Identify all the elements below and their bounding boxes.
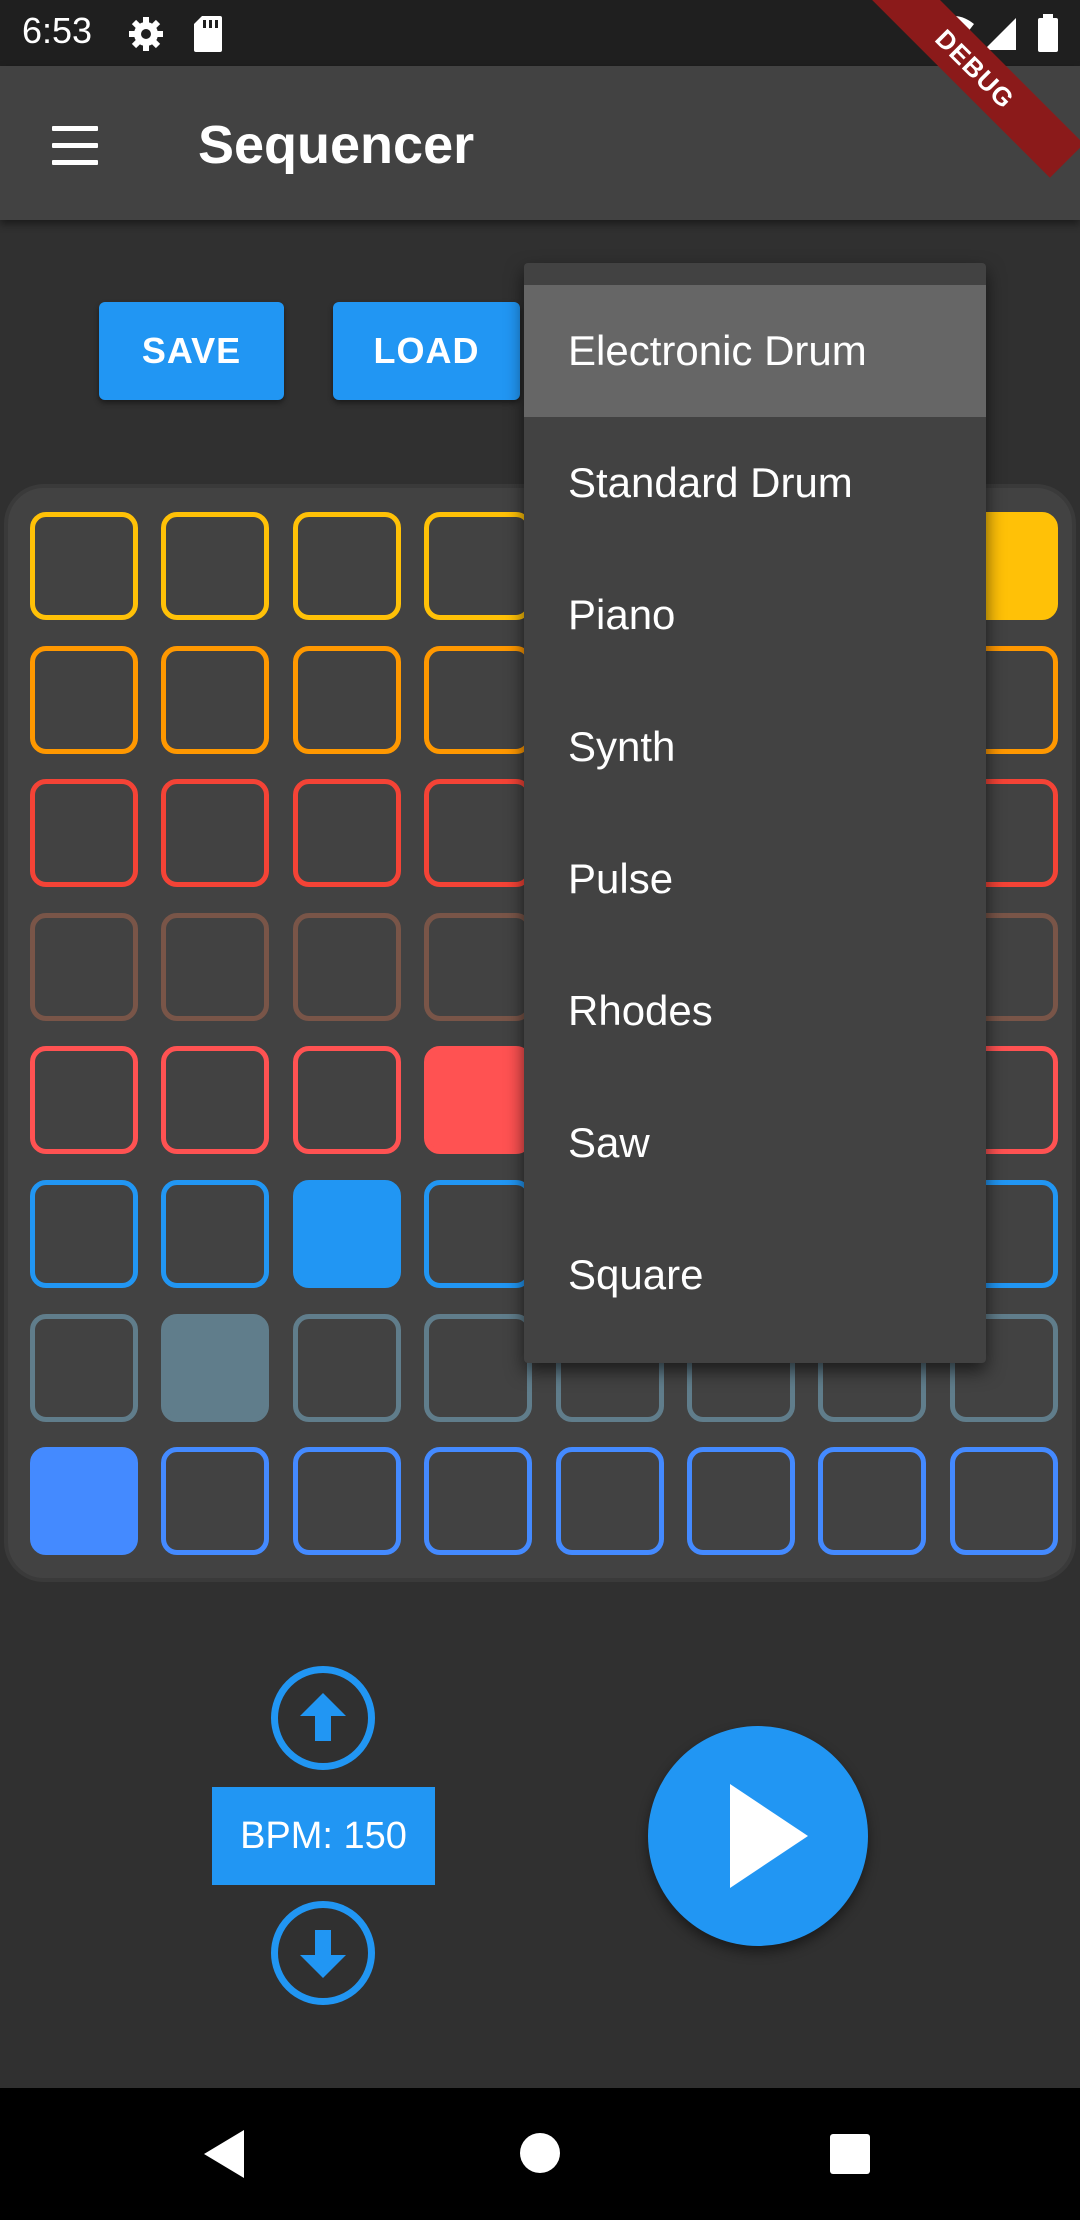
step-cell[interactable]: [161, 645, 270, 754]
home-icon[interactable]: [519, 2132, 561, 2179]
step-cell[interactable]: [161, 512, 270, 620]
status-bar: 6:53: [0, 0, 1080, 66]
step-cell[interactable]: [555, 1447, 664, 1556]
step-cell[interactable]: [292, 1447, 401, 1556]
bpm-display: BPM: 150: [212, 1787, 435, 1885]
dropdown-option[interactable]: Saw: [524, 1077, 986, 1209]
dropdown-option[interactable]: Synth: [524, 681, 986, 813]
battery-icon: [1036, 14, 1060, 59]
step-cell[interactable]: [424, 1046, 533, 1155]
dropdown-option[interactable]: Standard Drum: [524, 417, 986, 549]
step-cell[interactable]: [161, 1447, 270, 1556]
step-cell[interactable]: [292, 1046, 401, 1155]
hamburger-menu-icon[interactable]: [48, 126, 102, 166]
dropdown-option[interactable]: Piano: [524, 549, 986, 681]
page-title: Sequencer: [198, 115, 475, 175]
step-cell[interactable]: [30, 1447, 138, 1556]
step-cell[interactable]: [424, 1447, 533, 1556]
recents-icon[interactable]: [829, 2133, 871, 2180]
app-bar: Sequencer: [0, 66, 1080, 220]
save-button[interactable]: SAVE: [99, 302, 284, 400]
step-cell[interactable]: [30, 645, 138, 754]
step-cell[interactable]: [161, 1180, 270, 1288]
step-cell[interactable]: [687, 1447, 795, 1556]
system-nav-bar: [0, 2088, 1080, 2220]
signal-icon: [982, 14, 1018, 57]
dropdown-option[interactable]: Electronic Drum: [524, 285, 986, 417]
wifi-icon: [932, 14, 976, 57]
step-cell[interactable]: [949, 1447, 1058, 1556]
step-cell[interactable]: [292, 779, 401, 888]
step-cell[interactable]: [292, 1313, 401, 1422]
step-cell[interactable]: [292, 912, 401, 1021]
arrow-up-circle-icon: [300, 1693, 346, 1741]
step-cell[interactable]: [424, 1180, 533, 1288]
dropdown-option[interactable]: Rhodes: [524, 945, 986, 1077]
step-cell[interactable]: [30, 1046, 138, 1155]
step-cell[interactable]: [424, 1313, 533, 1422]
dropdown-option[interactable]: Pulse: [524, 813, 986, 945]
dropdown-option[interactable]: Square: [524, 1209, 986, 1341]
load-button[interactable]: LOAD: [333, 302, 520, 400]
step-cell[interactable]: [30, 1180, 138, 1288]
step-cell[interactable]: [424, 645, 533, 754]
step-cell[interactable]: [161, 779, 270, 888]
step-cell[interactable]: [161, 912, 270, 1021]
step-cell[interactable]: [30, 779, 138, 888]
back-icon[interactable]: [200, 2128, 248, 2185]
step-cell[interactable]: [424, 912, 533, 1021]
step-cell[interactable]: [292, 512, 401, 620]
bpm-up-button[interactable]: [271, 1666, 375, 1770]
step-cell[interactable]: [30, 512, 138, 620]
step-cell[interactable]: [424, 512, 533, 620]
status-time: 6:53: [22, 10, 93, 51]
arrow-down-circle-icon: [300, 1930, 346, 1978]
step-cell[interactable]: [161, 1046, 270, 1155]
play-icon: [730, 1784, 808, 1888]
step-cell[interactable]: [161, 1313, 270, 1422]
sd-card-icon: [192, 14, 224, 59]
gear-icon: [126, 14, 166, 59]
step-cell[interactable]: [818, 1447, 927, 1556]
step-cell[interactable]: [30, 912, 138, 1021]
step-cell[interactable]: [30, 1313, 138, 1422]
step-cell[interactable]: [292, 645, 401, 754]
step-cell[interactable]: [424, 779, 533, 888]
play-button[interactable]: [648, 1726, 868, 1946]
bpm-down-button[interactable]: [271, 1901, 375, 2005]
instrument-dropdown-menu: Electronic Drum Standard Drum Piano Synth Pu…: [524, 263, 986, 1363]
step-cell[interactable]: [292, 1180, 401, 1288]
